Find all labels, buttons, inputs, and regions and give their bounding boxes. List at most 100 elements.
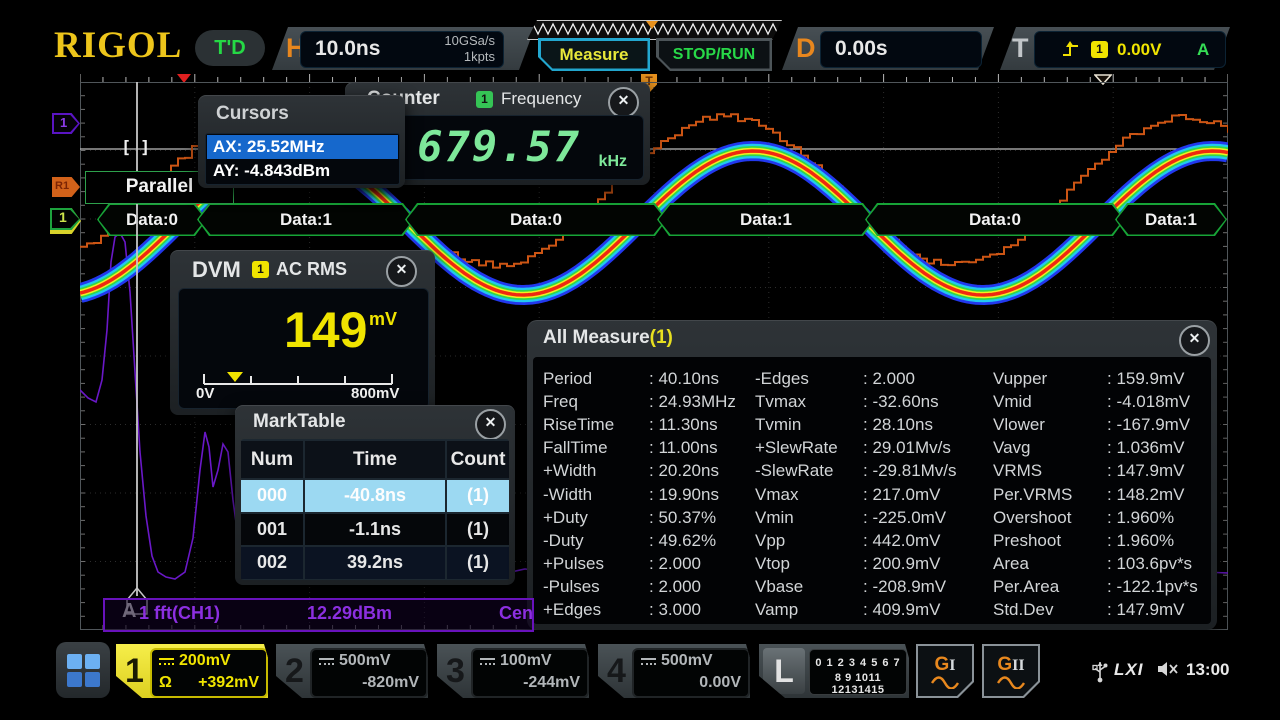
measure-name: Vmid [993,392,1107,412]
channel4-readout: 500mV 0.00V [632,648,750,698]
timebase-value: 10.0ns [315,37,380,61]
counter-close-button[interactable]: ✕ [608,87,639,118]
measure-value: : 147.9mV [1107,600,1185,620]
dvm-display: 149 mV 0V 800mV [178,288,429,409]
cursor-ay-readout[interactable]: AY: -4.843dBm [207,159,398,182]
waveform-preview-strip[interactable] [527,20,784,40]
channel4-button[interactable]: 4 500mV 0.00V [598,644,750,698]
bus-segment: Data:1 [197,203,415,236]
measure-name: Vpp [755,531,863,551]
trigger-sweep-mode: A [1197,40,1209,60]
table-cell: -1.1ns [305,514,445,546]
channel3-button[interactable]: 3 100mV -244mV [437,644,589,698]
preview-position-marker[interactable] [646,21,658,29]
d-label: D [796,27,816,70]
measure-value: : 29.01Mv/s [863,438,951,458]
measure-name: -SlewRate [755,461,863,481]
memory-depth: 1kpts [464,49,495,64]
all-measure-body: Period: 40.10nsFreq: 24.93MHzRiseTime: 1… [533,357,1211,624]
measure-item: Vavg: 1.036mV [993,437,1198,460]
table-cell: 001 [241,514,303,546]
dc-coupling-icon [480,658,495,665]
measure-value: : -32.60ns [863,392,939,412]
measure-value: : -122.1pv*s [1107,577,1198,597]
all-measure-count: (1) [650,327,673,348]
logic-analyzer-button[interactable]: L 0 1 2 3 4 5 6 7 8 9 1011 12131415 [759,644,909,698]
measure-name: Vlower [993,415,1107,435]
measure-name: Vbase [755,577,863,597]
trigger-readout: 1 0.00V A [1034,31,1226,68]
dvm-title: DVM [192,257,241,283]
channel2-scale: 500mV [339,652,391,670]
stop-run-button[interactable]: STOP/RUN [656,38,772,71]
measure-column: Vupper: 159.9mVVmid: -4.018mVVlower: -16… [993,367,1198,622]
channel1-button[interactable]: 1 200mV Ω +392mV [116,644,268,698]
trigger-source-chip: 1 [1091,41,1108,58]
channel2-button[interactable]: 2 500mV -820mV [276,644,428,698]
channel1-scale: 200mV [179,652,231,670]
measure-name: -Width [543,485,649,505]
measure-name: Freq [543,392,649,412]
table-row-selected[interactable]: 000-40.8ns(1) [241,480,509,512]
measure-item: Period: 40.10ns [543,367,736,390]
measure-item: Preshoot: 1.960% [993,529,1198,552]
cursor-bracket-left[interactable]: [ [121,138,131,158]
ref1-badge[interactable]: R1 [52,177,80,197]
all-measure-panel: All Measure(1) ✕ Period: 40.10nsFreq: 24… [527,320,1217,630]
dvm-scale-max: 800mV [351,385,399,402]
table-row[interactable]: 00239.2ns(1) [241,547,509,579]
trigger-edge-icon [1061,39,1081,59]
cursor-ax-readout[interactable]: AX: 25.52MHz [207,135,398,159]
measure-name: +Width [543,461,649,481]
channel1-readout: 200mV Ω +392mV [150,648,268,698]
counter-mode: Frequency [501,89,581,109]
trigger-level: 0.00V [1117,40,1161,60]
measure-name: +Edges [543,600,649,620]
la-label: L [763,648,805,694]
measure-value: : 1.960% [1107,508,1174,528]
counter-value: 679.57 [417,122,581,171]
measure-item: Vtop: 200.9mV [755,553,957,576]
measure-value: : 28.10ns [863,415,933,435]
usb-icon [1092,658,1108,684]
measure-value: : 40.10ns [649,369,719,389]
measure-value: : 49.62% [649,531,716,551]
table-cell: (1) [447,480,509,512]
sine-icon [930,676,960,689]
dvm-panel: DVM 1 AC RMS ✕ 149 mV 0V 800mV [170,250,435,415]
measure-item: Tvmax: -32.60ns [755,390,957,413]
fft-source-label: 1 fft(CH1) [139,603,220,624]
dvm-close-button[interactable]: ✕ [386,256,417,287]
measure-value: : 103.6pv*s [1107,554,1192,574]
menu-button[interactable] [56,642,110,698]
all-measure-close-button[interactable]: ✕ [1179,325,1210,356]
channel1-offset: +392mV [198,674,259,692]
measure-column: Period: 40.10nsFreq: 24.93MHzRiseTime: 1… [543,367,736,622]
table-row[interactable]: NumTimeCount [241,441,509,478]
gen2-button[interactable]: GII [982,644,1040,698]
measure-name: -Pulses [543,577,649,597]
measure-item: Vmin: -225.0mV [755,506,957,529]
measure-value: : 200.9mV [863,554,941,574]
table-cell: (1) [447,514,509,546]
math-channel-badge[interactable]: 1 [52,113,80,134]
speaker-muted-icon[interactable] [1156,660,1180,678]
bus-segment: Data:1 [1115,203,1227,236]
cursor-bracket-right[interactable]: ] [140,138,150,158]
measure-value: : 24.93MHz [649,392,736,412]
table-cell: Time [305,441,445,478]
table-row[interactable]: 001-1.1ns(1) [241,514,509,546]
marktable-table: NumTimeCount000-40.8ns(1)001-1.1ns(1)002… [241,439,509,580]
marktable-close-button[interactable]: ✕ [475,409,506,440]
dvm-source-chip: 1 [252,261,269,278]
measure-menu-button[interactable]: Measure [538,38,650,71]
cursor-ax-line[interactable] [136,82,138,596]
measure-name: -Edges [755,369,863,389]
table-cell: -40.8ns [305,480,445,512]
channel4-scale: 500mV [661,652,713,670]
measure-value: : 442.0mV [863,531,941,551]
gen1-button[interactable]: GI [916,644,974,698]
measure-value: : 3.000 [649,600,701,620]
measure-item: -Edges: 2.000 [755,367,957,390]
measure-name: +Duty [543,508,649,528]
